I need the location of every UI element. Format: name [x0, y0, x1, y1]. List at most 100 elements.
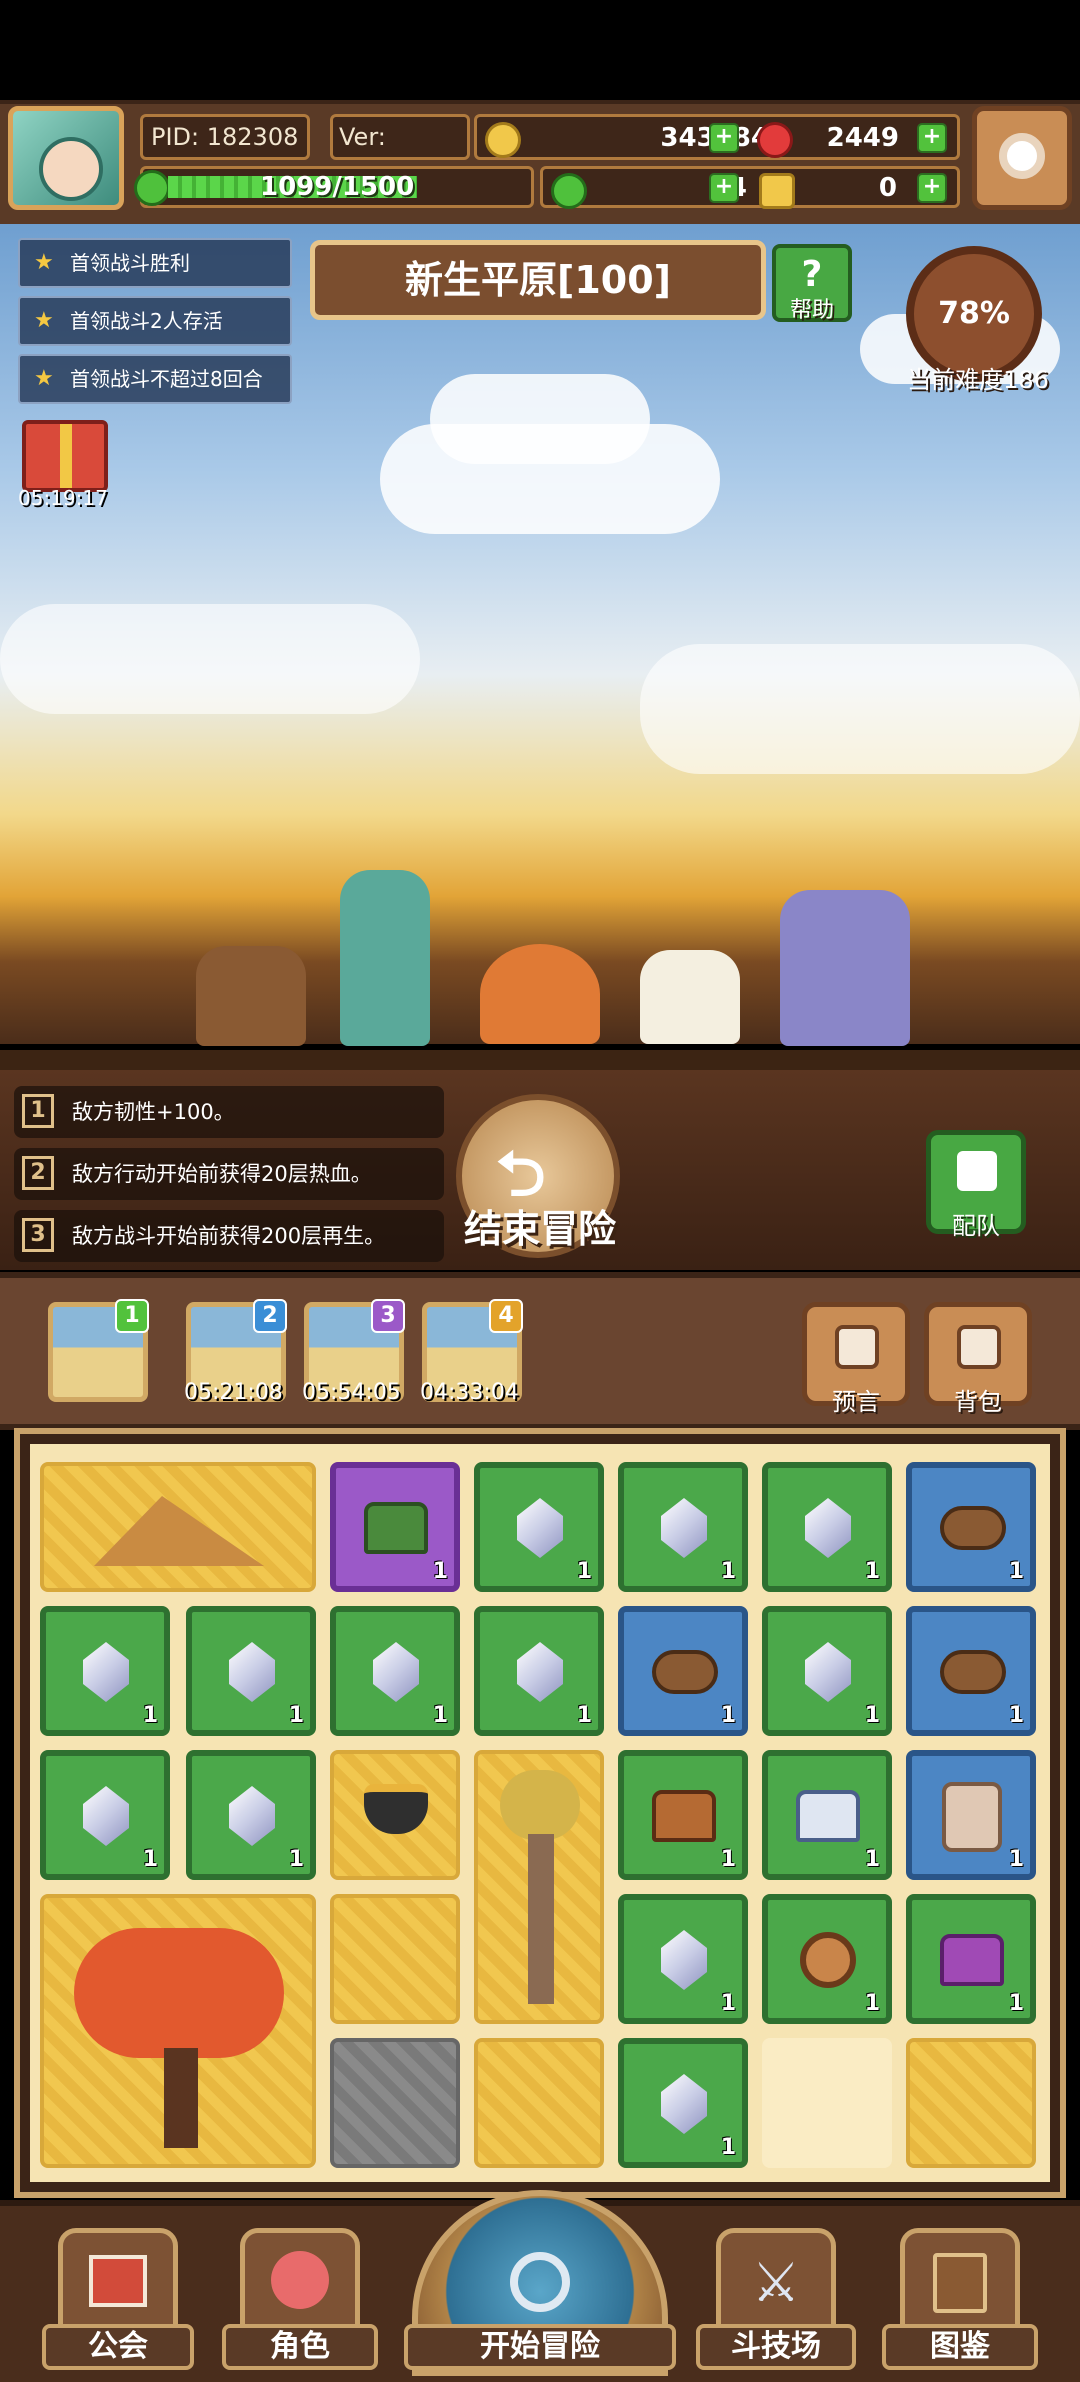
map-slot[interactable]: 1 — [48, 1299, 149, 1402]
quest-item: ★ 首领战斗2人存活 — [18, 296, 292, 346]
nav-arena-label[interactable]: 斗技场 — [696, 2324, 856, 2370]
sand-tile[interactable] — [906, 2038, 1036, 2168]
item-cell[interactable]: 1 — [762, 1462, 892, 1592]
nav-start-adventure-label[interactable]: 开始冒险 — [404, 2324, 676, 2370]
item-cell[interactable]: 1 — [762, 1894, 892, 2024]
item-cell[interactable]: 1 — [186, 1606, 316, 1736]
crystal-icon — [229, 1786, 275, 1846]
item-count: 1 — [864, 1559, 880, 1584]
magnifier-icon — [510, 2252, 570, 2312]
add-clover-button[interactable]: + — [709, 173, 739, 203]
item-count: 1 — [288, 1847, 304, 1872]
crystal-icon — [517, 1642, 563, 1702]
gem-value: 2449 — [826, 123, 899, 153]
slot-badge: 1 — [115, 1299, 149, 1333]
cloud — [0, 604, 420, 714]
hero-armored-knight[interactable] — [780, 890, 910, 1046]
item-cell[interactable]: 1 — [618, 1894, 748, 2024]
item-cell[interactable]: 1 — [40, 1750, 170, 1880]
slot-badge: 3 — [371, 1299, 405, 1333]
cauldron-icon — [364, 1784, 428, 1834]
version-label: Ver: 1.0.0.9 — [330, 114, 470, 191]
item-cell[interactable]: 1 — [474, 1606, 604, 1736]
item-cell[interactable]: 1 — [186, 1750, 316, 1880]
item-cell[interactable]: 1 — [906, 1606, 1036, 1736]
item-cell[interactable]: 1 — [762, 1606, 892, 1736]
nav-codex-label[interactable]: 图鉴 — [882, 2324, 1038, 2370]
hero-cat[interactable] — [640, 950, 740, 1044]
star-icon: ★ — [34, 308, 54, 333]
item-count: 1 — [720, 1559, 736, 1584]
quest-text: 首领战斗2人存活 — [70, 309, 223, 333]
nav-character-label[interactable]: 角色 — [222, 2324, 378, 2370]
team-icon — [957, 1151, 997, 1191]
nav-guild-button[interactable] — [58, 2228, 178, 2338]
item-cell[interactable]: 1 — [40, 1606, 170, 1736]
item-cell[interactable]: 1 — [330, 1462, 460, 1592]
wood-log-icon — [940, 1506, 1006, 1550]
item-cell[interactable]: 1 — [330, 1606, 460, 1736]
hay-icon — [94, 1496, 264, 1566]
star-icon: ★ — [34, 250, 54, 275]
silver-chest-icon — [796, 1790, 860, 1842]
crystal-icon — [373, 1642, 419, 1702]
effect-item: 1 敌方韧性+100。 — [14, 1086, 444, 1138]
guild-icon — [89, 2255, 147, 2307]
secondary-currency-row: 54 + 0 + — [540, 166, 960, 209]
player-avatar[interactable] — [8, 106, 124, 210]
item-cell[interactable]: 1 — [618, 1750, 748, 1880]
item-count: 1 — [1008, 1559, 1024, 1584]
sand-tile[interactable] — [330, 1894, 460, 2024]
quest-text: 首领战斗不超过8回合 — [70, 367, 263, 391]
nav-arena-button[interactable]: ⚔ — [716, 2228, 836, 2338]
nav-guild-label[interactable]: 公会 — [42, 2324, 194, 2370]
item-cell[interactable]: 1 — [618, 2038, 748, 2168]
sand-tile[interactable] — [474, 2038, 604, 2168]
question-icon: ? — [801, 254, 823, 295]
add-gold-button[interactable]: + — [709, 123, 739, 153]
item-count: 1 — [432, 1559, 448, 1584]
wood-log-icon — [940, 1650, 1006, 1694]
stone-tile[interactable] — [330, 2038, 460, 2168]
crystal-icon — [661, 2074, 707, 2134]
stage-title: 新生平原[100] — [310, 240, 766, 320]
item-cell[interactable]: 1 — [618, 1606, 748, 1736]
item-cell[interactable]: 1 — [906, 1462, 1036, 1592]
nav-character-button[interactable] — [240, 2228, 360, 2338]
slot-timer: 04:33:04 — [420, 1380, 519, 1405]
autumn-tree-icon — [74, 1928, 284, 2058]
item-cell[interactable]: 1 — [618, 1462, 748, 1592]
cloud — [640, 644, 1080, 774]
settings-button[interactable] — [972, 106, 1072, 210]
add-ticket-button[interactable]: + — [917, 173, 947, 203]
item-cell[interactable]: 1 — [906, 1750, 1036, 1880]
hay-pile-tile[interactable] — [40, 1462, 316, 1592]
item-cell[interactable]: 1 — [906, 1894, 1036, 2024]
scroll-icon — [942, 1782, 1002, 1852]
item-count: 1 — [720, 1703, 736, 1728]
item-count: 1 — [864, 1991, 880, 2016]
slot-badge: 2 — [253, 1299, 287, 1333]
prophecy-label: 预言 — [832, 1388, 880, 1416]
item-count: 1 — [288, 1703, 304, 1728]
hero-monk[interactable] — [480, 944, 600, 1044]
hero-bunny-girl[interactable] — [340, 870, 430, 1046]
clover-small-icon — [134, 170, 170, 206]
shield-icon — [800, 1932, 856, 1988]
add-gem-button[interactable]: + — [917, 123, 947, 153]
empty-tile[interactable] — [762, 2038, 892, 2168]
wood-log-icon — [652, 1650, 718, 1694]
quest-item: ★ 首领战斗不超过8回合 — [18, 354, 292, 404]
cauldron-tile[interactable] — [330, 1750, 460, 1880]
gift-box-icon[interactable] — [22, 420, 108, 492]
tree-tile[interactable] — [474, 1750, 604, 2024]
nav-codex-button[interactable] — [900, 2228, 1020, 2338]
slot-timer: 05:54:05 — [302, 1380, 401, 1405]
character-icon — [271, 2251, 329, 2309]
autumn-tree-tile[interactable] — [40, 1894, 316, 2168]
item-cell[interactable]: 1 — [474, 1462, 604, 1592]
item-count: 1 — [720, 1991, 736, 2016]
item-cell[interactable]: 1 — [762, 1750, 892, 1880]
team-label: 配队 — [952, 1212, 1000, 1240]
chest-icon — [652, 1790, 716, 1842]
